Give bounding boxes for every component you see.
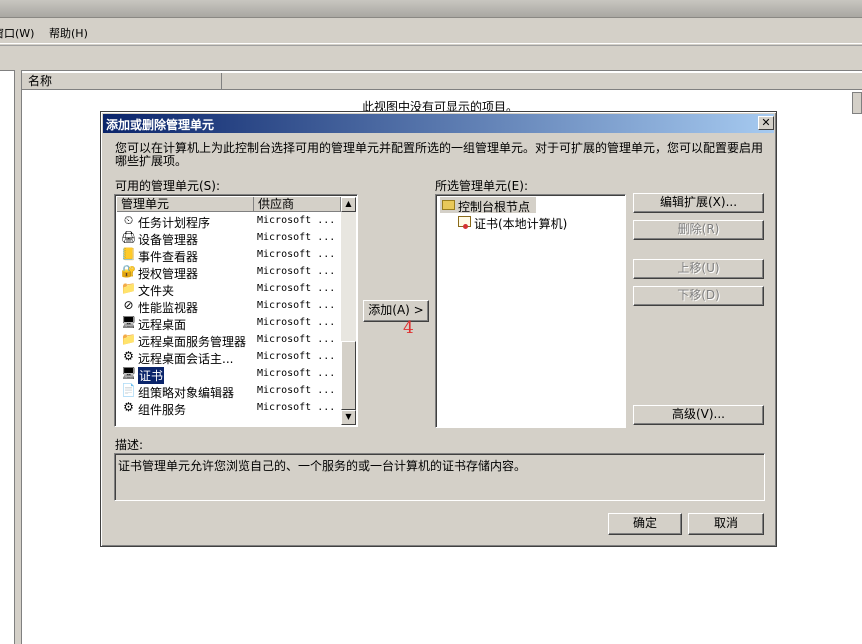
snapin-vendor: Microsoft ... [257,351,336,362]
performance-monitor-icon: ⊘ [123,298,134,312]
component-services-icon: ⚙ [123,400,134,414]
snapin-row[interactable]: ⏲ 任务计划程序 Microsoft ... [117,212,341,230]
snapin-row[interactable]: 🖥 远程桌面 Microsoft ... [117,314,341,332]
intro-text: 您可以在计算机上为此控制台选择可用的管理单元并配置所选的一组管理单元。对于可扩展… [115,141,764,168]
available-list-header: 管理单元 供应商 [117,197,341,212]
tree-node-label: 证书(本地计算机) [474,217,568,231]
snapin-vendor: Microsoft ... [257,249,336,260]
snapin-vendor: Microsoft ... [257,215,336,226]
scroll-thumb[interactable] [341,341,356,410]
snapin-vendor: Microsoft ... [257,334,336,345]
cancel-button[interactable]: 取消 [688,513,764,535]
menu-help[interactable]: 帮助(H) [49,25,88,41]
description-box: 证书管理单元允许您浏览自己的、一个服务的或一台计算机的证书存储内容。 [114,453,765,501]
session-host-icon: ⚙ [123,349,134,363]
snapin-vendor: Microsoft ... [257,232,336,243]
snapin-name: 组件服务 [138,403,187,417]
folder-icon [442,200,455,210]
ok-button[interactable]: 确定 [608,513,682,535]
close-icon[interactable]: ✕ [758,116,774,130]
snapin-vendor: Microsoft ... [257,368,336,379]
remove-button[interactable]: 删除(R) [633,220,764,240]
snapin-vendor: Microsoft ... [257,385,336,396]
snapin-row[interactable]: 🔐 授权管理器 Microsoft ... [117,263,341,281]
tree-node-console-root[interactable]: 控制台根节点 [440,197,536,214]
tree-node-certificates[interactable]: 证书(本地计算机) [458,214,578,231]
snapin-row[interactable]: ⚙ 远程桌面会话主... Microsoft ... [117,348,341,366]
snapin-row[interactable]: 🖨 设备管理器 Microsoft ... [117,229,341,247]
snapin-row[interactable]: 📁 文件夹 Microsoft ... [117,280,341,298]
remote-desktop-icon: 🖥 [121,315,137,329]
snapin-row[interactable]: 📄 组策略对象编辑器 Microsoft ... [117,382,341,400]
authorization-icon: 🔐 [121,264,136,278]
snapin-row[interactable]: ⊘ 性能监视器 Microsoft ... [117,297,341,315]
snapin-row[interactable]: 🖥 证书 Microsoft ... [117,365,341,384]
snapin-vendor: Microsoft ... [257,283,336,294]
edit-extensions-button[interactable]: 编辑扩展(X)... [633,193,764,213]
step-marker: 4 [403,318,414,338]
description-label: 描述: [115,438,144,452]
move-up-button[interactable]: 上移(U) [633,259,764,279]
move-down-button[interactable]: 下移(D) [633,286,764,306]
dialog-title: 添加或删除管理单元 [106,118,215,132]
snapin-row[interactable]: 📒 事件查看器 Microsoft ... [117,246,341,264]
clock-icon: ⏲ [123,213,134,227]
selected-snapins-tree[interactable]: 控制台根节点 证书(本地计算机) [435,194,626,428]
snapin-vendor: Microsoft ... [257,300,336,311]
add-button[interactable]: 添加(A) > [363,300,429,322]
folder-icon: 📁 [121,281,136,295]
folder-icon: 📁 [121,332,136,346]
available-snapins-label: 可用的管理单元(S): [115,179,221,193]
vertical-scrollbar[interactable]: ▲ ▼ [341,197,356,425]
menu-window[interactable]: 窗口(W) [0,25,34,41]
list-header: 名称 [22,73,862,90]
snapin-row[interactable]: 📁 远程桌面服务管理器 Microsoft ... [117,331,341,349]
available-snapins-list[interactable]: 管理单元 供应商 ⏲ 任务计划程序 Microsoft ... 🖨 设备管理器 Micro… [114,194,358,427]
certificate-icon: 🖥 [121,366,137,380]
event-viewer-icon: 📒 [121,247,136,261]
console-tree-pane[interactable] [0,70,15,644]
selected-snapins-label: 所选管理单元(E): [435,179,528,193]
snapin-vendor: Microsoft ... [257,266,336,277]
advanced-button[interactable]: 高级(V)... [633,405,764,425]
column-header-name[interactable]: 名称 [22,73,222,90]
dialog-title-bar[interactable]: 添加或删除管理单元 ✕ [103,114,774,133]
toolbar [0,45,862,69]
window-title-bar [0,0,862,18]
snapin-vendor: Microsoft ... [257,402,336,413]
column-header-snapin[interactable]: 管理单元 [117,197,254,212]
snapin-row[interactable]: ⚙ 组件服务 Microsoft ... [117,399,341,417]
snapin-vendor: Microsoft ... [257,317,336,328]
gpo-editor-icon: 📄 [121,383,136,397]
scrollbar[interactable] [852,92,862,114]
scroll-up-arrow-icon[interactable]: ▲ [341,197,356,212]
menu-bar: 窗口(W) 帮助(H) [0,18,862,44]
column-header-vendor[interactable]: 供应商 [254,197,341,212]
device-manager-icon: 🖨 [121,230,137,244]
scroll-down-arrow-icon[interactable]: ▼ [341,410,356,425]
certificate-icon [458,216,471,229]
add-remove-snapin-dialog: 添加或删除管理单元 ✕ 您可以在计算机上为此控制台选择可用的管理单元并配置所选的… [100,111,777,547]
tree-node-label: 控制台根节点 [458,200,531,214]
